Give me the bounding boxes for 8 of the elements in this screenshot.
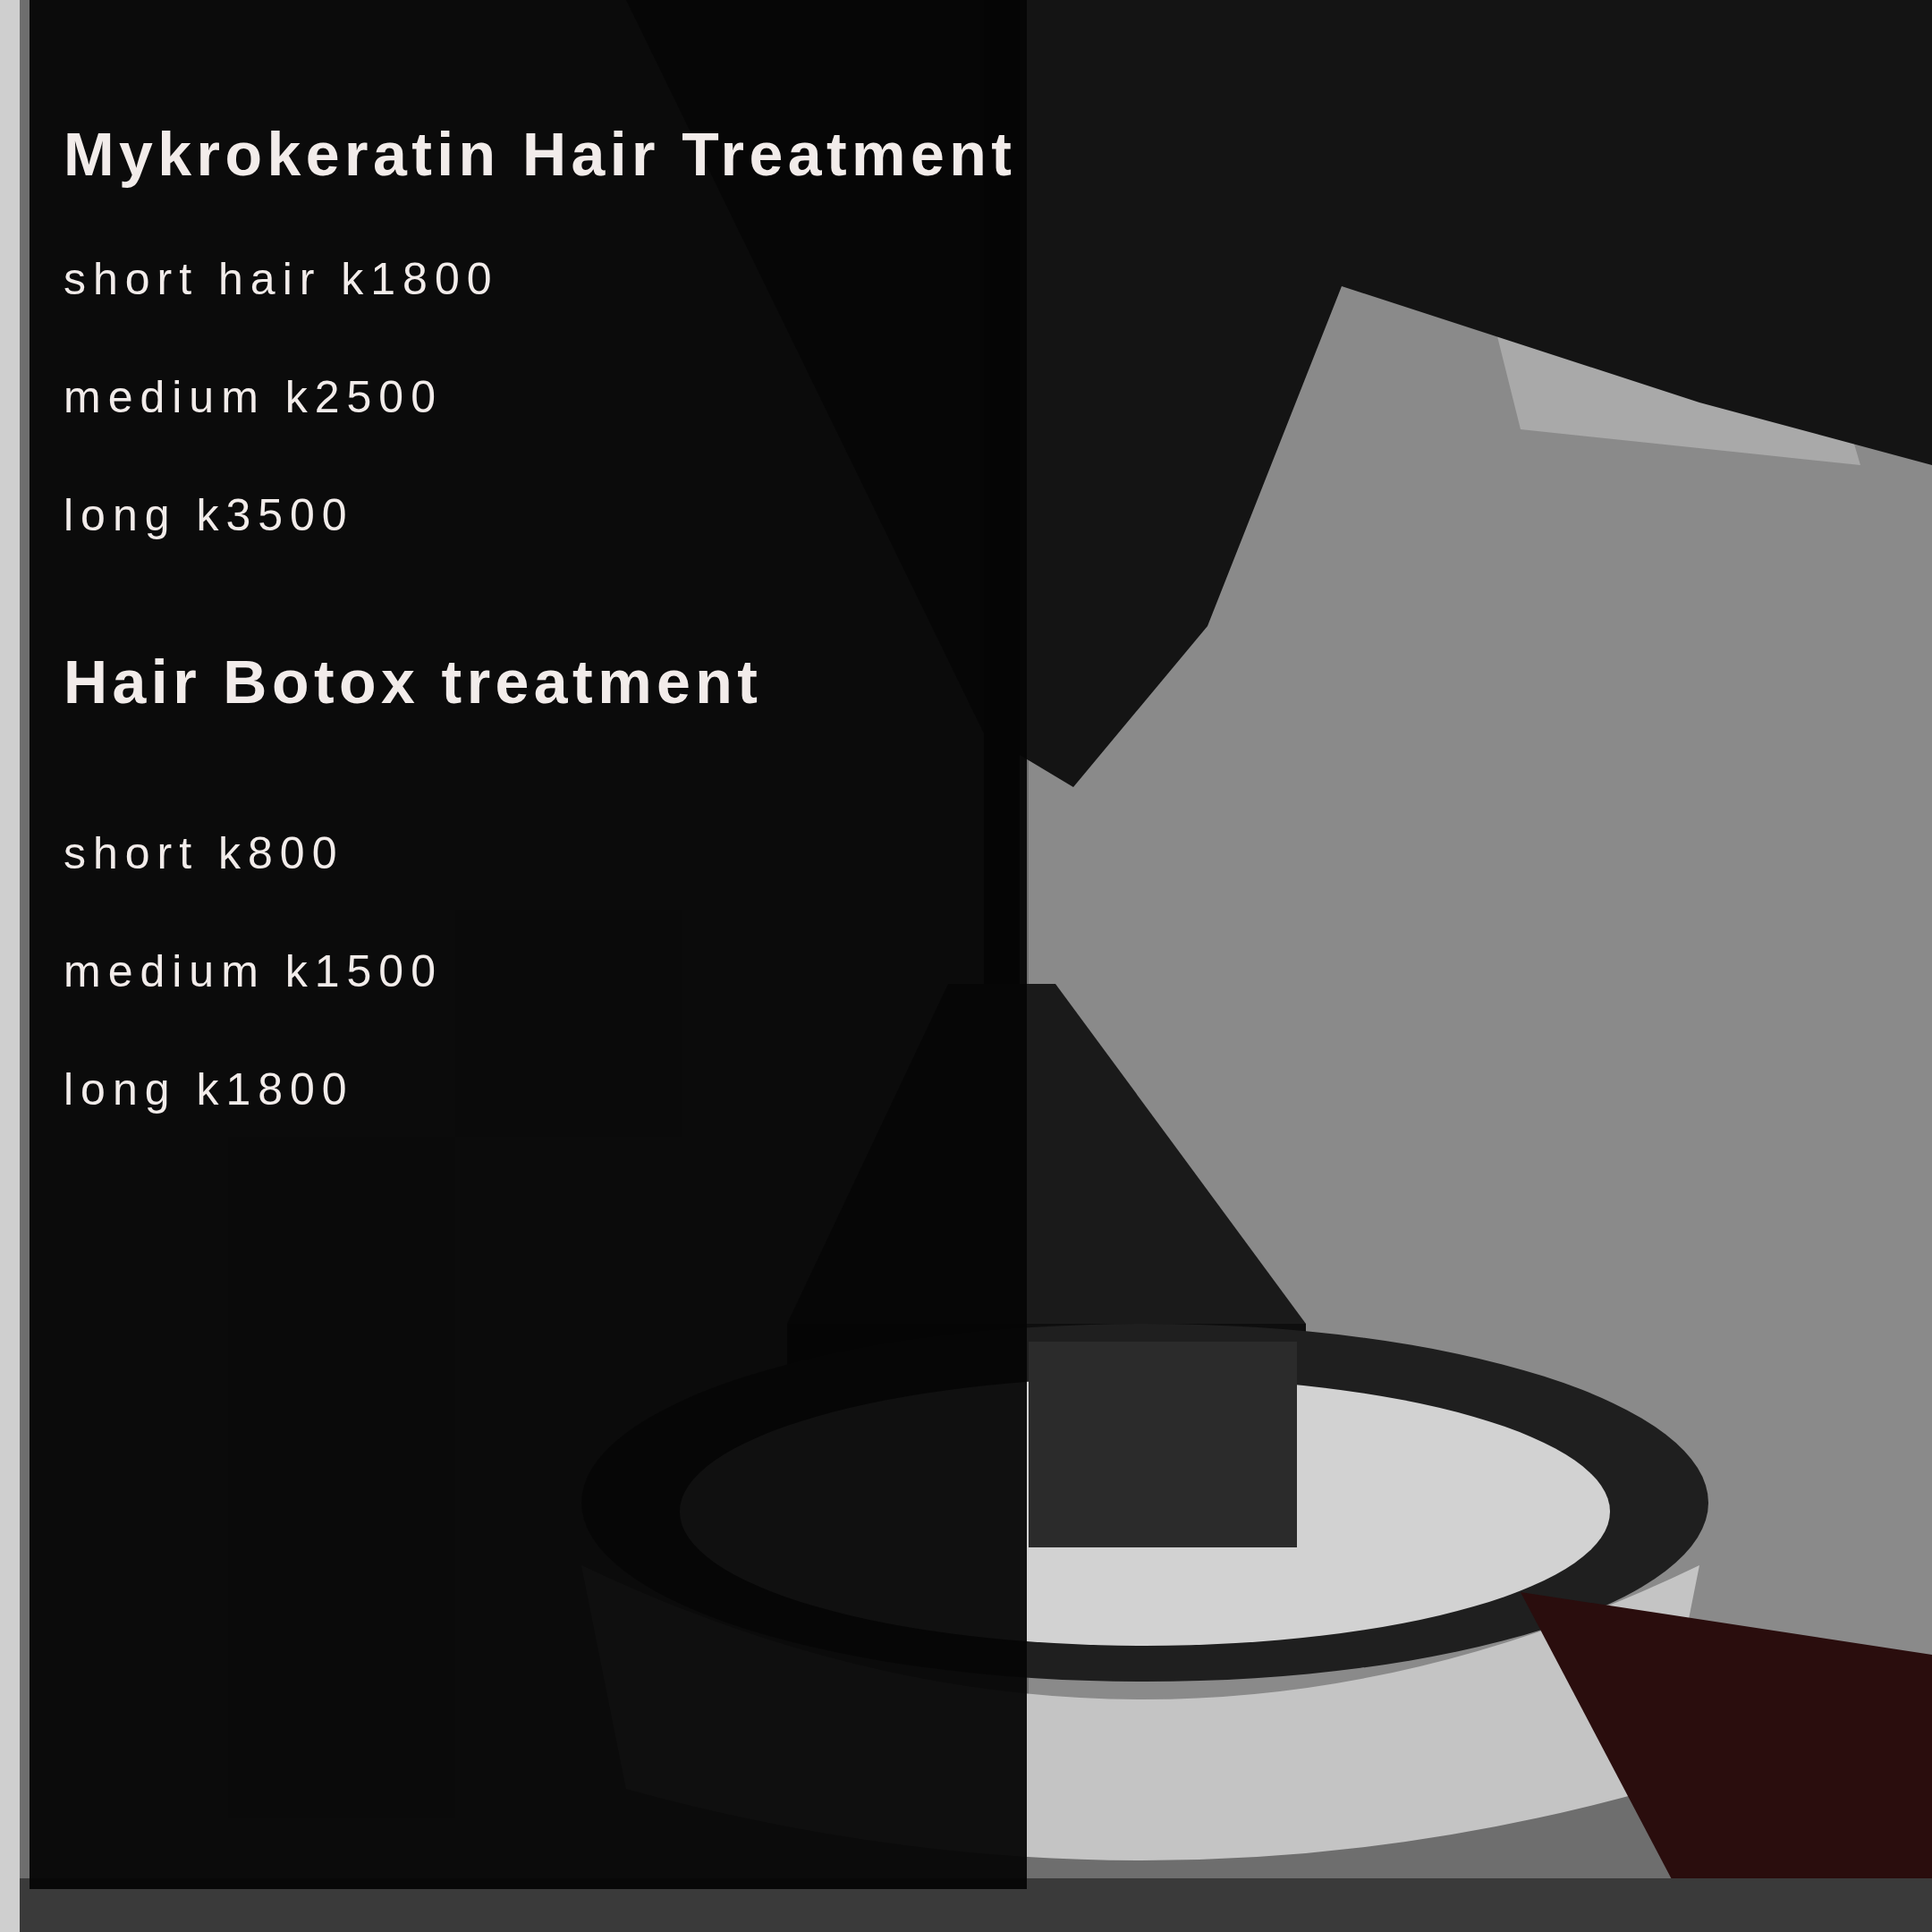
price-item: medium k1500 — [64, 948, 444, 995]
price-item: short hair k1800 — [64, 256, 500, 302]
section-heading: Hair Botox treatment — [64, 647, 764, 717]
section-heading: Mykrokeratin Hair Treatment — [64, 119, 1018, 190]
price-item: short k800 — [64, 830, 345, 877]
price-item: medium k2500 — [64, 374, 444, 420]
price-item: long k1800 — [64, 1066, 355, 1113]
price-item: long k3500 — [64, 492, 355, 538]
